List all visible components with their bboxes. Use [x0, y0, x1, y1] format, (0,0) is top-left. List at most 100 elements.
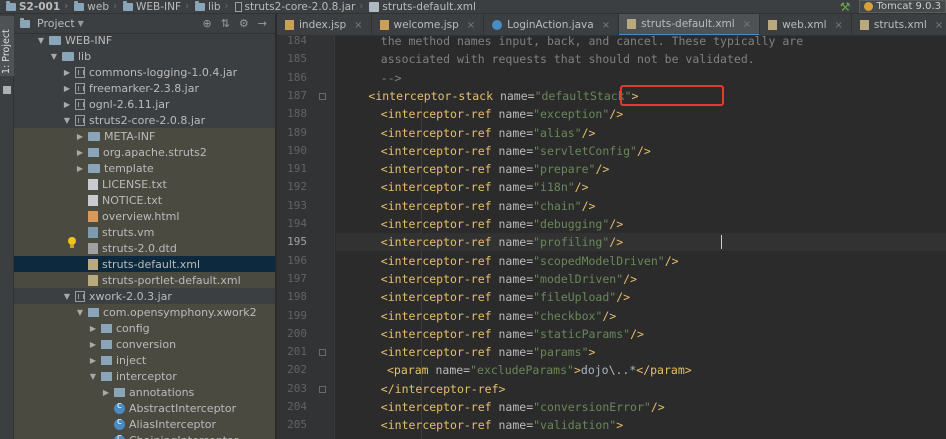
tree-item[interactable]: ▼ com.opensymphony.xwork2: [14, 304, 275, 320]
editor-tab[interactable]: index.jsp ×: [277, 14, 372, 35]
code-line[interactable]: <param name="excludeParams">dojo\..*</pa…: [336, 361, 946, 379]
breadcrumb-item[interactable]: lib ›: [192, 0, 232, 13]
chevron-right-icon[interactable]: ▶: [88, 340, 98, 349]
locate-file-icon[interactable]: ⊕: [202, 17, 211, 30]
editor-tab[interactable]: struts-default.xml ×: [619, 14, 761, 35]
code-line[interactable]: the method names input, back, and cancel…: [336, 36, 946, 50]
fold-marker-icon[interactable]: [319, 92, 326, 100]
tree-item[interactable]: struts.vm: [14, 224, 275, 240]
intention-bulb-icon[interactable]: [67, 237, 77, 249]
chevron-down-icon[interactable]: ▼: [88, 372, 98, 381]
tree-item[interactable]: ▼ xwork-2.0.3.jar: [14, 288, 275, 304]
tree-item[interactable]: ▶ commons-logging-1.0.4.jar: [14, 64, 275, 80]
code-line[interactable]: <interceptor-ref name="servletConfig"/>: [336, 142, 946, 160]
chevron-right-icon[interactable]: ▶: [88, 324, 98, 333]
hide-panel-icon[interactable]: →: [258, 17, 267, 30]
close-icon[interactable]: ×: [835, 20, 843, 31]
code-editor[interactable]: 184 185 186 187 188 189 190 191 192 193 194 195 196 1…: [277, 36, 946, 439]
tree-item[interactable]: LICENSE.txt: [14, 176, 275, 192]
breadcrumb-item[interactable]: S2-001 ›: [0, 0, 71, 13]
chevron-right-icon[interactable]: ▶: [75, 164, 85, 173]
tree-item[interactable]: ▼ WEB-INF: [14, 32, 275, 48]
tree-item[interactable]: ▶ conversion: [14, 336, 275, 352]
tree-item[interactable]: ▶ annotations: [14, 384, 275, 400]
code-line[interactable]: <interceptor-ref name="modelDriven"/>: [336, 270, 946, 288]
chevron-down-icon[interactable]: ▼: [62, 116, 72, 125]
code-line[interactable]: <interceptor-ref name="fileUpload"/>: [336, 288, 946, 306]
tree-item[interactable]: struts-2.0.dtd: [14, 240, 275, 256]
collapse-all-icon[interactable]: ⇅: [221, 17, 230, 30]
code-line[interactable]: <interceptor-ref name="chain"/>: [336, 197, 946, 215]
tree-item[interactable]: ▶ META-INF: [14, 128, 275, 144]
run-configuration-select[interactable]: Tomcat 9.0.3: [858, 0, 946, 13]
close-icon[interactable]: ×: [935, 20, 943, 31]
tree-item[interactable]: ▶ freemarker-2.3.8.jar: [14, 80, 275, 96]
code-line[interactable]: </interceptor-ref>: [336, 380, 946, 398]
editor-tab[interactable]: LoginAction.java ×: [484, 14, 620, 35]
tree-item[interactable]: ▶ template: [14, 160, 275, 176]
structure-icon[interactable]: [3, 86, 11, 94]
chevron-right-icon[interactable]: ▶: [75, 132, 85, 141]
tree-item[interactable]: ▼ interceptor: [14, 368, 275, 384]
tree-item[interactable]: struts-portlet-default.xml: [14, 272, 275, 288]
close-icon[interactable]: ×: [743, 19, 751, 30]
chevron-right-icon[interactable]: ▶: [62, 84, 72, 93]
chevron-right-icon[interactable]: ▶: [62, 100, 72, 109]
chevron-down-icon[interactable]: ▼: [36, 36, 46, 45]
chevron-right-icon[interactable]: ▶: [75, 148, 85, 157]
breadcrumb-item[interactable]: struts-default.xml: [366, 0, 479, 13]
breadcrumb-item[interactable]: WEB-INF ›: [120, 0, 192, 13]
tree-item[interactable]: NOTICE.txt: [14, 192, 275, 208]
close-icon[interactable]: ×: [602, 20, 610, 31]
code-line[interactable]: <interceptor-ref name="profiling"/>: [336, 233, 946, 252]
chevron-right-icon[interactable]: ▶: [101, 388, 111, 397]
tree-item[interactable]: ▶ config: [14, 320, 275, 336]
project-tool-window-tab[interactable]: 1: Project: [0, 16, 14, 76]
fold-marker-icon[interactable]: [319, 385, 326, 393]
chevron-right-icon[interactable]: ▶: [62, 68, 72, 77]
tree-item[interactable]: AliasInterceptor: [14, 416, 275, 432]
tree-item[interactable]: ▼ struts2-core-2.0.8.jar: [14, 112, 275, 128]
fold-marker-icon[interactable]: [319, 349, 326, 357]
code-line[interactable]: <interceptor-ref name="staticParams"/>: [336, 325, 946, 343]
editor-tab[interactable]: welcome.jsp ×: [372, 14, 485, 35]
code-line[interactable]: <interceptor-ref name="scopedModelDriven…: [336, 252, 946, 270]
code-line[interactable]: associated with requests that should not…: [336, 50, 946, 68]
code-line[interactable]: <interceptor-ref name="validation">: [336, 416, 946, 434]
build-hammer-icon[interactable]: ⚒: [840, 0, 851, 13]
editor-tab[interactable]: struts.xml ×: [852, 14, 946, 35]
code-line[interactable]: <interceptor-ref name="params">: [336, 343, 946, 361]
code-line[interactable]: <interceptor-ref name="prepare"/>: [336, 160, 946, 178]
editor-tab[interactable]: web.xml ×: [760, 14, 852, 35]
tree-item[interactable]: ▶ org.apache.struts2: [14, 144, 275, 160]
chevron-down-icon[interactable]: ▼: [62, 292, 72, 301]
code-line[interactable]: <interceptor-ref name="alias"/>: [336, 124, 946, 142]
chevron-down-icon[interactable]: ▼: [75, 308, 85, 317]
chevron-down-icon[interactable]: ▼: [49, 52, 59, 61]
tree-item[interactable]: ▶ inject: [14, 352, 275, 368]
tree-item[interactable]: ▼ lib: [14, 48, 275, 64]
tree-item[interactable]: ChainingInterceptor: [14, 432, 275, 439]
chevron-right-icon[interactable]: ▶: [88, 356, 98, 365]
breadcrumb-item[interactable]: web ›: [71, 0, 120, 13]
jsp-file-icon: [379, 20, 389, 30]
code-area[interactable]: the method names input, back, and cancel…: [336, 36, 946, 439]
chevron-down-icon[interactable]: ▼: [78, 19, 84, 28]
tree-item-label: org.apache.struts2: [103, 145, 207, 159]
close-icon[interactable]: ×: [467, 20, 475, 31]
pkg-icon: [88, 307, 99, 317]
tree-item[interactable]: overview.html: [14, 208, 275, 224]
close-icon[interactable]: ×: [354, 20, 362, 31]
code-line[interactable]: <interceptor-ref name="conversionError"/…: [336, 398, 946, 416]
tree-item[interactable]: AbstractInterceptor: [14, 400, 275, 416]
tree-item[interactable]: struts-default.xml: [14, 256, 275, 272]
code-line[interactable]: <interceptor-ref name="checkbox"/>: [336, 307, 946, 325]
gear-icon[interactable]: ⚙: [239, 17, 249, 30]
breadcrumb-item[interactable]: struts2-core-2.0.8.jar ›: [232, 0, 367, 13]
code-line[interactable]: <interceptor-ref name="i18n"/>: [336, 178, 946, 196]
tree-item[interactable]: ▶ ognl-2.6.11.jar: [14, 96, 275, 112]
code-line[interactable]: <interceptor-ref name="exception"/>: [336, 105, 946, 123]
code-line[interactable]: -->: [336, 69, 946, 87]
code-line[interactable]: <interceptor-ref name="debugging"/>: [336, 215, 946, 233]
project-view-select[interactable]: Project: [37, 17, 75, 30]
